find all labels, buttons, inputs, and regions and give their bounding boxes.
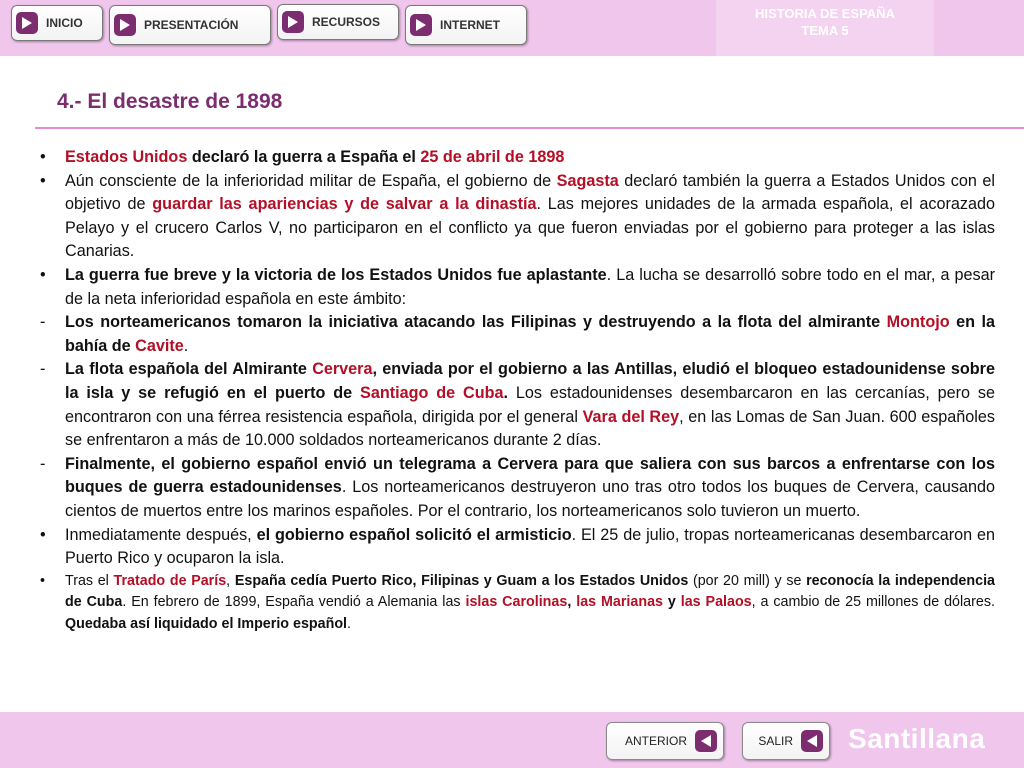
inicio-label: INICIO (46, 16, 83, 30)
subject-name: HISTORIA DE ESPAÑA (755, 6, 895, 21)
bold-text: y (662, 594, 681, 611)
highlighted-text: guardar las apariencias y de salvar a la… (152, 195, 537, 214)
highlighted-text: Cavite (135, 336, 184, 355)
internet-button[interactable]: INTERNET (405, 5, 527, 45)
text-run: , a cambio de 25 millones de dólares. (751, 594, 995, 611)
back-arrow-icon (695, 730, 717, 752)
bullet-text: La flota española del Almirante Cervera,… (65, 358, 995, 452)
text-run: . En febrero de 1899, España vendió a Al… (122, 594, 466, 611)
bullet-marker: - (40, 360, 46, 379)
highlighted-text: Estados Unidos (65, 148, 188, 166)
bullet-text: Finalmente, el gobierno español envió un… (65, 453, 995, 524)
bullet-marker: - (40, 313, 46, 332)
text-run: Tras el (65, 572, 114, 589)
play-icon (410, 14, 432, 36)
bullet-item: • Estados Unidos declaró la guerra a Espa… (40, 146, 995, 170)
salir-label: SALIR (758, 734, 793, 748)
bullet-text: Aún consciente de la inferioridad milita… (65, 170, 995, 264)
internet-label: INTERNET (440, 18, 500, 32)
highlighted-text: las Marianas (576, 594, 663, 611)
bullet-marker: • (40, 171, 46, 190)
inicio-button[interactable]: INICIO (11, 5, 103, 41)
anterior-button[interactable]: ANTERIOR (606, 722, 724, 760)
highlighted-text: 25 de abril de 1898 (420, 148, 565, 166)
highlighted-text: Vara del Rey (582, 407, 680, 426)
bold-text: La flota española del Almirante (65, 360, 313, 379)
bullet-text: Estados Unidos declaró la guerra a Españ… (65, 146, 995, 170)
bullet-marker: • (40, 525, 46, 544)
bullet-text: Los norteamericanos tomaron la iniciativ… (65, 311, 995, 358)
slide-content: • Estados Unidos declaró la guerra a Espa… (40, 146, 995, 635)
bold-text: el gobierno español solicitó el armistic… (256, 525, 572, 544)
text-run: , (226, 572, 235, 589)
bullet-item: - Los norteamericanos tomaron la iniciati… (40, 311, 995, 358)
text-run: Aún consciente de la inferioridad milita… (65, 171, 557, 190)
highlighted-text: Tratado de París (113, 572, 227, 589)
highlighted-text: Sagasta (556, 171, 619, 190)
bullet-marker: • (40, 572, 46, 589)
presentacion-label: PRESENTACIÓN (144, 18, 239, 32)
bullet-item: • Inmediatamente después, el gobierno esp… (40, 524, 995, 571)
santillana-logo: Santillana (848, 723, 986, 754)
recursos-label: RECURSOS (312, 15, 381, 29)
salir-button[interactable]: SALIR (742, 722, 830, 760)
bullet-item: - La flota española del Almirante Cervera… (40, 358, 995, 452)
bullet-marker: - (40, 454, 46, 473)
text-run: Inmediatamente después, (65, 525, 257, 544)
highlighted-text: Cervera (312, 360, 373, 379)
recursos-button[interactable]: RECURSOS (277, 4, 399, 40)
bold-text: España cedía Puerto Rico, Filipinas y Gu… (234, 572, 689, 589)
play-icon (282, 11, 304, 33)
bullet-text: La guerra fue breve y la victoria de los… (65, 264, 995, 311)
subject-tag: HISTORIA DE ESPAÑA TEMA 5 (716, 0, 934, 56)
bold-text: declaró la guerra a España el (187, 148, 421, 166)
top-navigation-bar: INICIO PRESENTACIÓN RECURSOS INTERNET HI… (0, 0, 1024, 56)
bullet-marker: • (40, 148, 46, 166)
text-run: . (347, 615, 352, 632)
anterior-label: ANTERIOR (624, 734, 687, 748)
bullet-item: • Tras el Tratado de París, España cedía … (40, 571, 995, 636)
bold-text: La guerra fue breve y la victoria de los… (65, 265, 607, 284)
bold-text: Quedaba así liquidado el Imperio español (65, 615, 348, 632)
text-run: (por 20 mill) y se (688, 572, 807, 589)
highlighted-text: Santiago de Cuba (360, 383, 504, 402)
page-title: 4.- El desastre de 1898 (57, 90, 283, 113)
play-icon (114, 14, 136, 36)
text-run: . (183, 336, 189, 355)
title-divider (35, 127, 1024, 129)
highlighted-text: islas Carolinas (465, 594, 568, 611)
bold-text: Los norteamericanos tomaron la iniciativ… (65, 313, 887, 332)
bullet-marker: • (40, 265, 46, 284)
bullet-item: • Aún consciente de la inferioridad milit… (40, 170, 995, 264)
play-icon (16, 12, 38, 34)
presentacion-button[interactable]: PRESENTACIÓN (109, 5, 271, 45)
highlighted-text: Montojo (886, 313, 950, 332)
unit-name: TEMA 5 (801, 23, 849, 38)
bullet-text: Inmediatamente después, el gobierno espa… (65, 524, 995, 571)
back-arrow-icon (801, 730, 823, 752)
bullet-item: • La guerra fue breve y la victoria de lo… (40, 264, 995, 311)
bullet-item: - Finalmente, el gobierno español envió u… (40, 453, 995, 524)
highlighted-text: las Palaos (680, 594, 752, 611)
bullet-text: Tras el Tratado de París, España cedía P… (65, 571, 995, 636)
